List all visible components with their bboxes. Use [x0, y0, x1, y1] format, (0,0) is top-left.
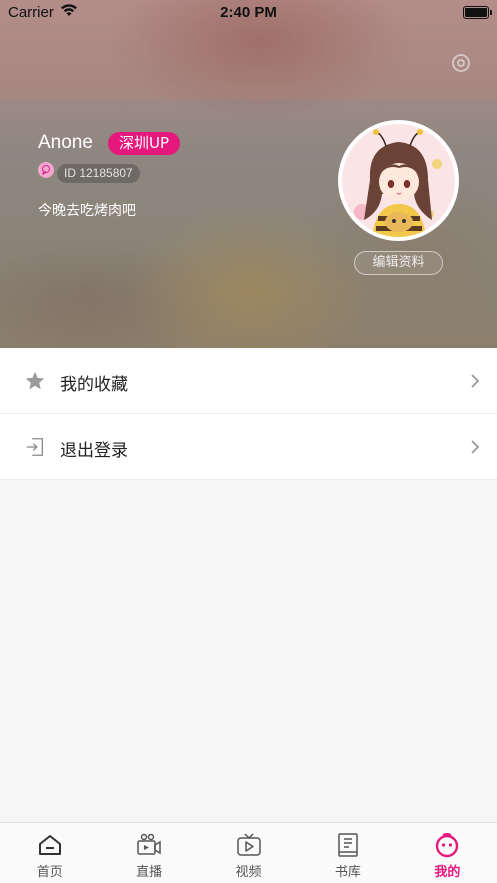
tab-label: 直播 [136, 865, 163, 880]
star-icon [25, 371, 45, 390]
tab-video[interactable]: 视频 [199, 823, 298, 883]
live-camera-icon [137, 833, 161, 855]
chevron-right-icon [471, 440, 480, 454]
logout-icon [26, 438, 43, 456]
tab-bar: 首页 直播 视频 书库 我的 [0, 822, 497, 883]
tab-library[interactable]: 书库 [298, 823, 397, 883]
tab-label: 首页 [36, 865, 63, 880]
user-id-label: ID 12185807 [57, 164, 140, 183]
settings-gear-icon[interactable] [449, 51, 473, 75]
tab-label: 视频 [235, 865, 262, 880]
book-icon [338, 833, 358, 857]
username: Anone [38, 132, 93, 153]
menu-item-favorites[interactable]: 我的收藏 [0, 348, 497, 414]
id-icon [38, 162, 54, 178]
city-badge: 深圳UP [108, 132, 181, 155]
home-icon [38, 835, 61, 855]
tab-label: 书库 [334, 865, 361, 880]
user-signature: 今晚去吃烤肉吧 [38, 203, 136, 219]
menu-item-label: 退出登录 [60, 441, 128, 461]
profile-header: Carrier 2:40 PM Anone 深圳UP ID 12185807 今… [0, 0, 497, 348]
video-play-icon [236, 833, 261, 856]
tab-home[interactable]: 首页 [0, 823, 99, 883]
tab-label: 我的 [434, 865, 461, 880]
profile-menu: 我的收藏 退出登录 [0, 348, 497, 480]
chevron-right-icon [471, 374, 480, 388]
clock: 2:40 PM [220, 4, 277, 21]
menu-item-label: 我的收藏 [60, 375, 128, 395]
tab-live[interactable]: 直播 [99, 823, 198, 883]
tab-profile[interactable]: 我的 [398, 823, 497, 883]
status-bar: Carrier 2:40 PM [0, 0, 497, 26]
battery-icon [463, 6, 492, 19]
menu-item-logout[interactable]: 退出登录 [0, 414, 497, 480]
avatar[interactable] [338, 120, 459, 241]
profile-face-icon [436, 833, 459, 858]
avatar-image [342, 124, 455, 237]
edit-profile-button[interactable]: 编辑资料 [354, 251, 443, 275]
